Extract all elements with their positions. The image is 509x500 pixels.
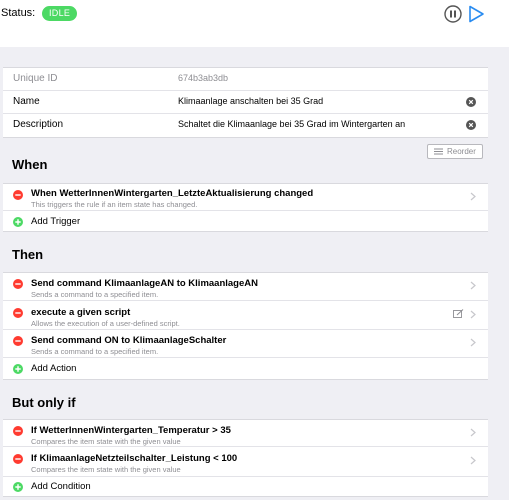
when-title: When (12, 157, 48, 172)
description-row[interactable]: Description Schaltet die Klimaanlage bei… (3, 114, 488, 137)
edit-script-icon[interactable] (453, 309, 464, 318)
action-subtitle: Sends a command to a specified item. (31, 347, 159, 356)
description-label: Description (13, 119, 64, 130)
action-title: Send command KlimaanlageAN to Klimaanlag… (31, 278, 258, 289)
action-list: Send command KlimaanlageAN to Klimaanlag… (3, 272, 488, 380)
unique-id-value: 674b3ab3db (178, 73, 229, 83)
rule-info-card: Unique ID 674b3ab3db Name Klimaanlage an… (3, 67, 488, 138)
trigger-title: When WetterInnenWintergarten_LetzteAktua… (31, 188, 314, 199)
status-label: Status: (1, 7, 36, 19)
name-label: Name (13, 96, 40, 107)
add-condition-label: Add Condition (31, 481, 91, 492)
action-item[interactable]: Send command KlimaanlageAN to Klimaanlag… (3, 273, 488, 301)
chevron-right-icon (470, 428, 476, 437)
reorder-label: Reorder (447, 147, 476, 156)
top-bar: Status: IDLE (0, 0, 509, 47)
action-subtitle: Sends a command to a specified item. (31, 290, 159, 299)
chevron-right-icon (470, 310, 476, 319)
conditions-title: But only if (12, 395, 76, 410)
remove-icon[interactable] (13, 426, 23, 436)
condition-item[interactable]: If KlimaanlageNetzteilschalter_Leistung … (3, 447, 488, 477)
reorder-button[interactable]: Reorder (427, 144, 483, 159)
condition-list: If WetterInnenWintergarten_Temperatur > … (3, 419, 488, 497)
add-condition-row[interactable]: Add Condition (3, 477, 488, 498)
trigger-item[interactable]: When WetterInnenWintergarten_LetzteAktua… (3, 184, 488, 211)
condition-subtitle: Compares the item state with the given v… (31, 437, 181, 446)
remove-icon[interactable] (13, 190, 23, 200)
condition-subtitle: Compares the item state with the given v… (31, 465, 181, 474)
remove-icon[interactable] (13, 454, 23, 464)
remove-icon[interactable] (13, 336, 23, 346)
action-item[interactable]: execute a given script Allows the execut… (3, 301, 488, 330)
unique-id-label: Unique ID (13, 73, 58, 84)
add-icon[interactable] (13, 482, 23, 492)
add-icon[interactable] (13, 364, 23, 374)
description-field[interactable]: Schaltet die Klimaanlage bei 35 Grad im … (178, 119, 405, 129)
chevron-right-icon (470, 281, 476, 290)
action-item[interactable]: Send command ON to KlimaanlageSchalter S… (3, 330, 488, 358)
clear-name-icon[interactable] (466, 97, 476, 107)
pause-circle-icon[interactable] (444, 5, 462, 23)
unique-id-row: Unique ID 674b3ab3db (3, 68, 488, 91)
chevron-right-icon (470, 338, 476, 347)
then-title: Then (12, 247, 44, 262)
remove-icon[interactable] (13, 308, 23, 318)
condition-title: If WetterInnenWintergarten_Temperatur > … (31, 425, 231, 436)
remove-icon[interactable] (13, 279, 23, 289)
action-title: execute a given script (31, 307, 131, 318)
trigger-list: When WetterInnenWintergarten_LetzteAktua… (3, 183, 488, 232)
condition-title: If KlimaanlageNetzteilschalter_Leistung … (31, 453, 238, 464)
condition-item[interactable]: If WetterInnenWintergarten_Temperatur > … (3, 420, 488, 447)
add-action-label: Add Action (31, 363, 77, 374)
trigger-subtitle: This triggers the rule if an item state … (31, 200, 198, 209)
name-row[interactable]: Name Klimaanlage anschalten bei 35 Grad (3, 91, 488, 114)
add-icon[interactable] (13, 217, 23, 227)
action-title: Send command ON to KlimaanlageSchalter (31, 335, 227, 346)
status-badge: IDLE (42, 6, 78, 21)
play-icon[interactable] (467, 5, 485, 23)
add-action-row[interactable]: Add Action (3, 358, 488, 381)
add-trigger-row[interactable]: Add Trigger (3, 211, 488, 233)
name-field[interactable]: Klimaanlage anschalten bei 35 Grad (178, 96, 323, 106)
reorder-icon (434, 148, 443, 155)
add-trigger-label: Add Trigger (31, 216, 81, 227)
clear-description-icon[interactable] (466, 120, 476, 130)
chevron-right-icon (470, 192, 476, 201)
action-subtitle: Allows the execution of a user-defined s… (31, 319, 180, 328)
chevron-right-icon (470, 456, 476, 465)
